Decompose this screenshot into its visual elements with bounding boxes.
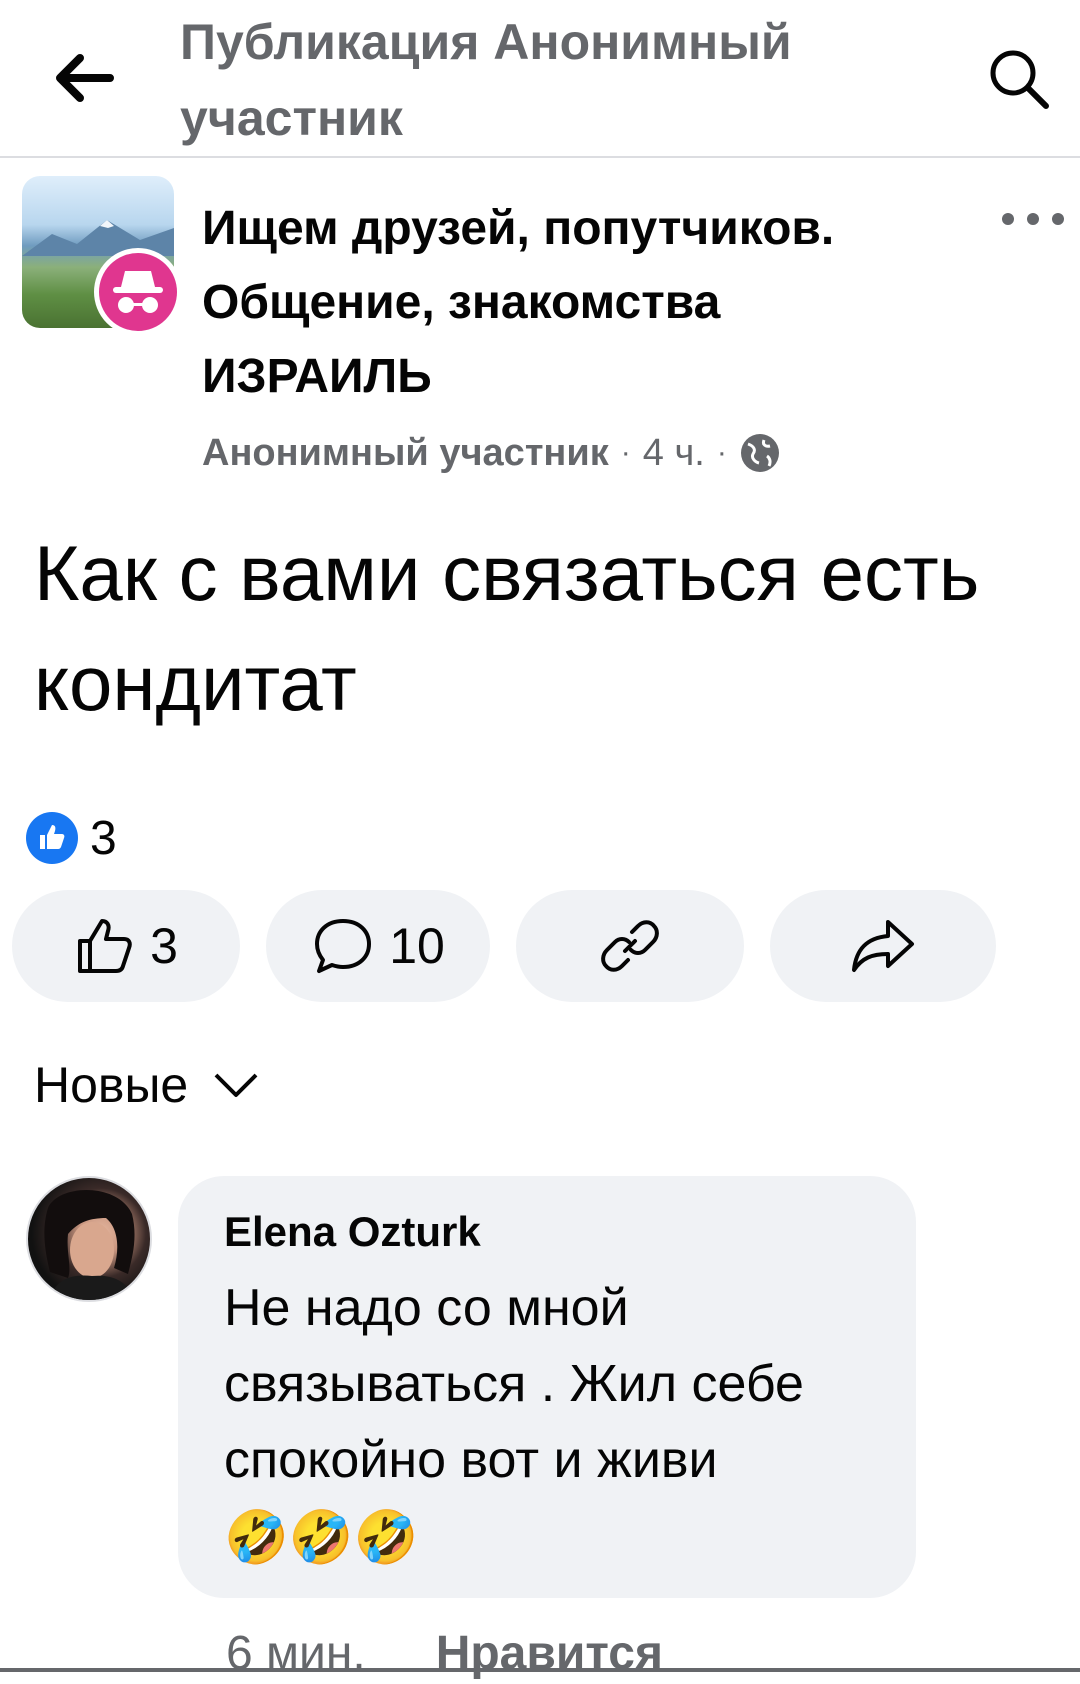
link-icon: [601, 920, 659, 972]
comment-icon: [315, 919, 372, 973]
comment-emoji: 🤣🤣🤣: [224, 1508, 419, 1568]
reaction-summary[interactable]: 3: [26, 810, 117, 866]
bottom-divider: [0, 1668, 1080, 1672]
share-button[interactable]: [770, 890, 996, 1002]
meta-separator: ·: [620, 436, 631, 469]
search-icon: [990, 50, 1049, 109]
post-time[interactable]: 4 ч.: [643, 432, 705, 475]
comment-time: 6 мин.: [226, 1627, 366, 1680]
chevron-down-icon: [214, 1073, 258, 1097]
thumbs-up-outline-icon: [78, 919, 132, 973]
like-button[interactable]: 3: [12, 890, 240, 1002]
commenter-name[interactable]: Elena Ozturk: [224, 1208, 481, 1256]
search-button[interactable]: [984, 44, 1054, 114]
more-dots-icon: [1002, 213, 1064, 225]
post-actions: 3 10: [12, 890, 1068, 1002]
more-options-button[interactable]: [998, 204, 1068, 234]
comment-like-link[interactable]: Нравится: [436, 1624, 663, 1684]
comment-bubble: Elena Ozturk Не надо со мной связываться…: [178, 1176, 916, 1598]
back-button[interactable]: [50, 50, 120, 106]
comment-text: Не надо со мной связываться . Жил себе с…: [224, 1279, 804, 1489]
comment-count: 10: [389, 918, 445, 974]
like-reaction-icon: [26, 812, 78, 864]
comment-footer: 6 мин. Нравится: [226, 1624, 663, 1684]
thumbs-up-icon: [40, 825, 65, 849]
copy-link-button[interactable]: [516, 890, 744, 1002]
reaction-count: 3: [90, 811, 117, 865]
share-icon: [852, 920, 914, 972]
incognito-icon: [113, 271, 163, 313]
page-title: Публикация Анонимный участник: [180, 14, 792, 146]
group-name[interactable]: Ищем друзей, попутчиков. Общение, знаком…: [202, 192, 962, 414]
like-count: 3: [150, 918, 178, 974]
meta-separator: ·: [716, 436, 727, 469]
comment-button[interactable]: 10: [266, 890, 490, 1002]
commenter-avatar[interactable]: [26, 1176, 152, 1302]
profile-photo: [44, 1189, 135, 1300]
post-author: Анонимный участник: [202, 431, 609, 474]
anonymous-badge: [94, 248, 182, 336]
comment-sort-dropdown[interactable]: Новые: [34, 1056, 260, 1114]
post-text: Как с вами связаться есть кондитат: [34, 529, 980, 727]
arrow-left-icon: [56, 54, 114, 102]
sort-label: Новые: [34, 1057, 189, 1113]
top-bar: Публикация Анонимный участник: [0, 0, 1080, 158]
post-meta: Анонимный участник · 4 ч. ·: [202, 428, 781, 478]
globe-icon: [740, 434, 779, 472]
